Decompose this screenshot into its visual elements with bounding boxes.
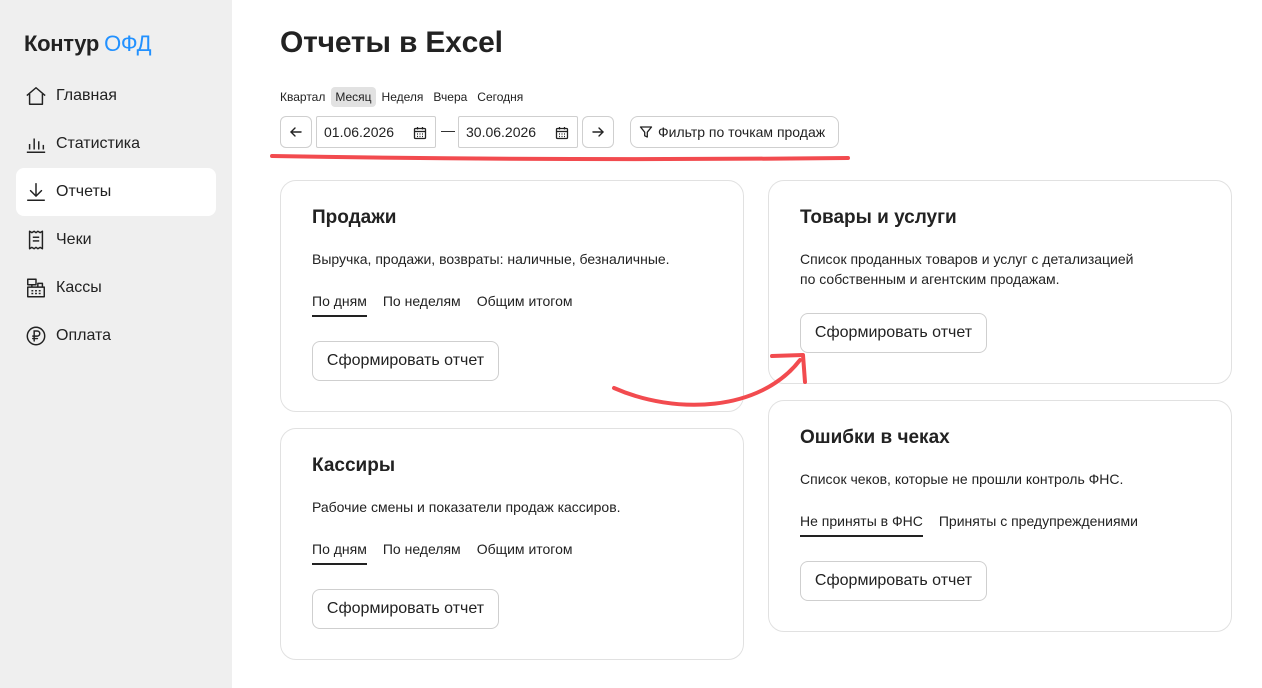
home-icon <box>24 84 48 108</box>
sidebar-item-payment[interactable]: Оплата <box>16 312 216 360</box>
card-title: Продажи <box>312 207 397 228</box>
receipt-errors-report-card: Ошибки в чеках Список чеков, которые не … <box>768 400 1232 632</box>
goods-report-card: Товары и услуги Список проданных товаров… <box>768 180 1232 384</box>
card-title: Кассиры <box>312 455 396 476</box>
card-description: Рабочие смены и показатели продаж кассир… <box>312 499 621 515</box>
sidebar-nav: Главная Статистика Отчеты Чеки Кассы Опл… <box>16 72 216 360</box>
period-switcher: Квартал Месяц Неделя Вчера Сегодня <box>276 87 527 107</box>
annotation-underline <box>270 154 850 162</box>
receipt-icon <box>24 228 48 252</box>
period-today[interactable]: Сегодня <box>473 87 527 107</box>
card-description-line: по собственным и агентским продажам. <box>800 271 1060 287</box>
cashiers-report-card: Кассиры Рабочие смены и показатели прода… <box>280 428 744 660</box>
download-icon <box>24 180 48 204</box>
errors-tabs: Не приняты в ФНС Приняты с предупреждени… <box>800 513 1138 537</box>
date-to-value: 30.06.2026 <box>466 124 537 140</box>
sidebar-item-registers[interactable]: Кассы <box>16 264 216 312</box>
date-from-value: 01.06.2026 <box>324 124 395 140</box>
brand-product: ОФД <box>104 31 152 56</box>
sidebar-item-reports[interactable]: Отчеты <box>16 168 216 216</box>
prev-period-button[interactable] <box>280 116 312 148</box>
period-month[interactable]: Месяц <box>331 87 376 107</box>
ruble-icon <box>24 324 48 348</box>
arrow-right-icon <box>592 127 604 137</box>
tab-by-weeks[interactable]: По неделям <box>383 293 461 317</box>
bar-chart-icon <box>24 132 48 156</box>
tab-not-accepted[interactable]: Не приняты в ФНС <box>800 513 923 537</box>
sidebar: Контур ОФД Главная Статистика Отчеты Чеки <box>0 0 232 688</box>
sidebar-item-receipts[interactable]: Чеки <box>16 216 216 264</box>
date-to-input[interactable]: 30.06.2026 <box>458 116 578 148</box>
sidebar-item-home[interactable]: Главная <box>16 72 216 120</box>
generate-errors-report-button[interactable]: Сформировать отчет <box>800 561 987 601</box>
brand-logo[interactable]: Контур ОФД <box>24 31 151 57</box>
filter-icon <box>639 126 653 138</box>
generate-sales-report-button[interactable]: Сформировать отчет <box>312 341 499 381</box>
sidebar-item-label: Статистика <box>56 135 141 152</box>
tab-total[interactable]: Общим итогом <box>477 541 573 565</box>
calendar-icon[interactable] <box>555 126 569 140</box>
tab-total[interactable]: Общим итогом <box>477 293 573 317</box>
generate-goods-report-button[interactable]: Сформировать отчет <box>800 313 987 353</box>
sidebar-item-label: Кассы <box>56 279 102 296</box>
arrow-left-icon <box>290 127 302 137</box>
sidebar-item-label: Отчеты <box>56 183 112 200</box>
card-title: Товары и услуги <box>800 207 957 228</box>
brand-name: Контур <box>24 31 100 56</box>
sidebar-item-statistics[interactable]: Статистика <box>16 120 216 168</box>
card-description: Выручка, продажи, возвраты: наличные, бе… <box>312 251 670 267</box>
tab-by-days[interactable]: По дням <box>312 293 367 317</box>
tab-by-days[interactable]: По дням <box>312 541 367 565</box>
card-description: Список чеков, которые не прошли контроль… <box>800 471 1124 487</box>
card-description-line: Список проданных товаров и услуг с детал… <box>800 251 1134 267</box>
sidebar-item-label: Главная <box>56 87 117 104</box>
date-from-input[interactable]: 01.06.2026 <box>316 116 436 148</box>
calendar-icon[interactable] <box>413 126 427 140</box>
sidebar-item-label: Оплата <box>56 327 112 344</box>
page-title: Отчеты в Excel <box>280 26 503 59</box>
card-description: Список проданных товаров и услуг с детал… <box>800 249 1133 289</box>
sales-report-card: Продажи Выручка, продажи, возвраты: нали… <box>280 180 744 412</box>
cash-register-icon <box>24 276 48 300</box>
sales-points-filter-button[interactable]: Фильтр по точкам продаж <box>630 116 839 148</box>
date-range-separator: — <box>441 122 455 138</box>
next-period-button[interactable] <box>582 116 614 148</box>
sales-tabs: По дням По неделям Общим итогом <box>312 293 573 317</box>
card-title: Ошибки в чеках <box>800 427 950 448</box>
sidebar-item-label: Чеки <box>56 231 92 248</box>
period-yesterday[interactable]: Вчера <box>429 87 471 107</box>
cashiers-tabs: По дням По неделям Общим итогом <box>312 541 573 565</box>
filter-button-label: Фильтр по точкам продаж <box>658 124 826 140</box>
tab-accepted-with-warnings[interactable]: Приняты с предупреждениями <box>939 513 1138 537</box>
period-quarter[interactable]: Квартал <box>276 87 329 107</box>
tab-by-weeks[interactable]: По неделям <box>383 541 461 565</box>
generate-cashiers-report-button[interactable]: Сформировать отчет <box>312 589 499 629</box>
period-week[interactable]: Неделя <box>378 87 428 107</box>
